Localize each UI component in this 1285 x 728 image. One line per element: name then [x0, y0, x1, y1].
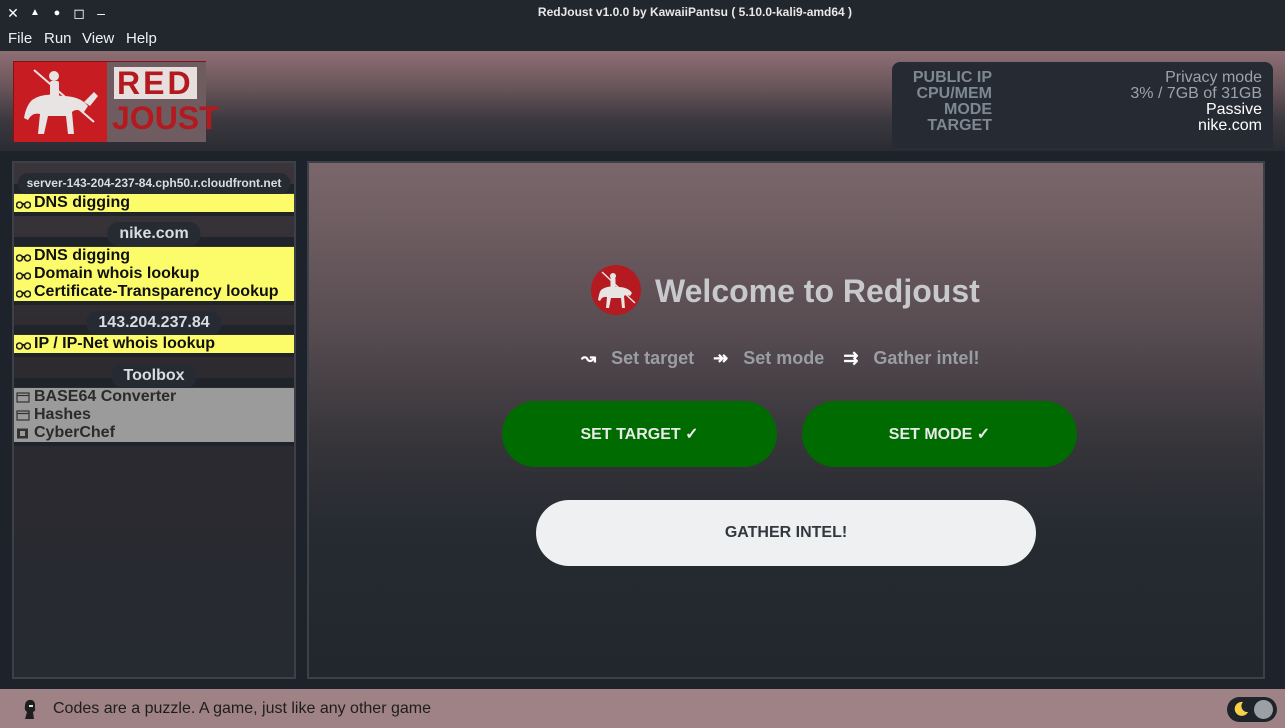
- theme-toggle[interactable]: [1227, 697, 1277, 722]
- group-list-cloudfront: DNS digging: [14, 194, 294, 212]
- group-title-nike: nike.com: [107, 222, 201, 246]
- sidebar-item-dns-digging[interactable]: DNS digging: [14, 194, 294, 212]
- info-label-mode: MODE: [944, 101, 992, 118]
- binoculars-icon: [16, 342, 31, 350]
- status-bar: Codes are a puzzle. A game, just like an…: [0, 689, 1285, 728]
- step-set-target: Set target: [611, 348, 695, 368]
- knight-icon: [14, 62, 107, 142]
- sidebar-item-ip-whois[interactable]: IP / IP-Net whois lookup: [14, 335, 294, 353]
- binoculars-icon: [16, 254, 31, 262]
- info-value-mode: Passive: [1205, 101, 1262, 118]
- binoculars-icon: [16, 290, 31, 298]
- toolbox-item-cyberchef[interactable]: CyberChef: [14, 424, 294, 442]
- set-target-button[interactable]: SET TARGET ✓: [502, 401, 777, 467]
- menu-run[interactable]: Run: [44, 29, 72, 48]
- group-title-cloudfront: server-143-204-237-84.cph50.r.cloudfront…: [17, 173, 291, 194]
- steps-guide: ↝ Set target ↠ Set mode ⇉ Gather intel!: [581, 347, 979, 369]
- info-label-target: TARGET: [927, 117, 992, 134]
- step-set-mode: Set mode: [743, 348, 825, 368]
- squiggle-arrow-icon: ↝: [581, 348, 597, 368]
- menu-view[interactable]: View: [82, 29, 114, 48]
- window-title: RedJoust v1.0.0 by KawaiiPantsu ( 5.10.0…: [537, 5, 853, 19]
- menu-help[interactable]: Help: [126, 29, 157, 48]
- info-value-cpu-mem: 3% / 7GB of 31GB: [1130, 85, 1262, 102]
- app-logo: RED JOUST: [13, 61, 219, 142]
- toggle-knob[interactable]: [1254, 700, 1273, 719]
- sidebar-item-ct-lookup[interactable]: Certificate-Transparency lookup: [14, 283, 294, 301]
- toolbox-item-hashes[interactable]: Hashes: [14, 406, 294, 424]
- knight-logo-icon: [591, 265, 641, 315]
- info-label-public-ip: PUBLIC IP: [912, 69, 992, 86]
- logo-red-text: RED: [114, 67, 197, 99]
- info-value-target: nike.com: [1197, 117, 1262, 134]
- logo-joust-text: JOUST: [112, 100, 219, 136]
- external-window-icon: [17, 428, 28, 439]
- sidebar-item-dns-digging[interactable]: DNS digging: [14, 247, 294, 265]
- gather-intel-button[interactable]: GATHER INTEL!: [536, 500, 1036, 566]
- double-head-arrow-icon: ↠: [713, 348, 729, 368]
- info-panel: PUBLIC IP CPU/MEM MODE TARGET Privacy mo…: [892, 62, 1273, 148]
- toolbox-list: BASE64 Converter Hashes CyberChef: [14, 388, 294, 442]
- set-mode-button[interactable]: SET MODE ✓: [802, 401, 1077, 467]
- group-title-ip: 143.204.237.84: [86, 311, 222, 335]
- main-panel: Welcome to Redjoust ↝ Set target ↠ Set m…: [307, 161, 1265, 679]
- step-gather-intel: Gather intel!: [873, 348, 980, 368]
- moon-icon: [1234, 701, 1248, 716]
- triple-arrow-icon: ⇉: [843, 348, 859, 368]
- window-icon: [16, 410, 30, 421]
- toolbox-item-base64[interactable]: BASE64 Converter: [14, 388, 294, 406]
- menu-bar: File Run View Help: [0, 26, 1285, 51]
- sidebar-item-domain-whois[interactable]: Domain whois lookup: [14, 265, 294, 283]
- group-list-ip: IP / IP-Net whois lookup: [14, 335, 294, 353]
- menu-file[interactable]: File: [8, 29, 32, 48]
- window-icon: [16, 392, 30, 403]
- welcome-title: Welcome to Redjoust: [655, 273, 980, 309]
- header: RED JOUST PUBLIC IP CPU/MEM MODE TARGET …: [0, 51, 1285, 151]
- status-quote: Codes are a puzzle. A game, just like an…: [53, 700, 431, 717]
- group-list-nike: DNS digging Domain whois lookup Certific…: [14, 247, 294, 301]
- hacker-silhouette-icon: [24, 699, 36, 719]
- sidebar: server-143-204-237-84.cph50.r.cloudfront…: [12, 161, 296, 679]
- title-bar: ✕ ▲ ● ◻ – RedJoust v1.0.0 by KawaiiPants…: [0, 0, 1285, 26]
- info-label-cpu-mem: CPU/MEM: [916, 85, 992, 102]
- binoculars-icon: [16, 201, 31, 209]
- binoculars-icon: [16, 272, 31, 280]
- info-value-public-ip: Privacy mode: [1165, 69, 1262, 86]
- group-title-toolbox: Toolbox: [111, 364, 197, 388]
